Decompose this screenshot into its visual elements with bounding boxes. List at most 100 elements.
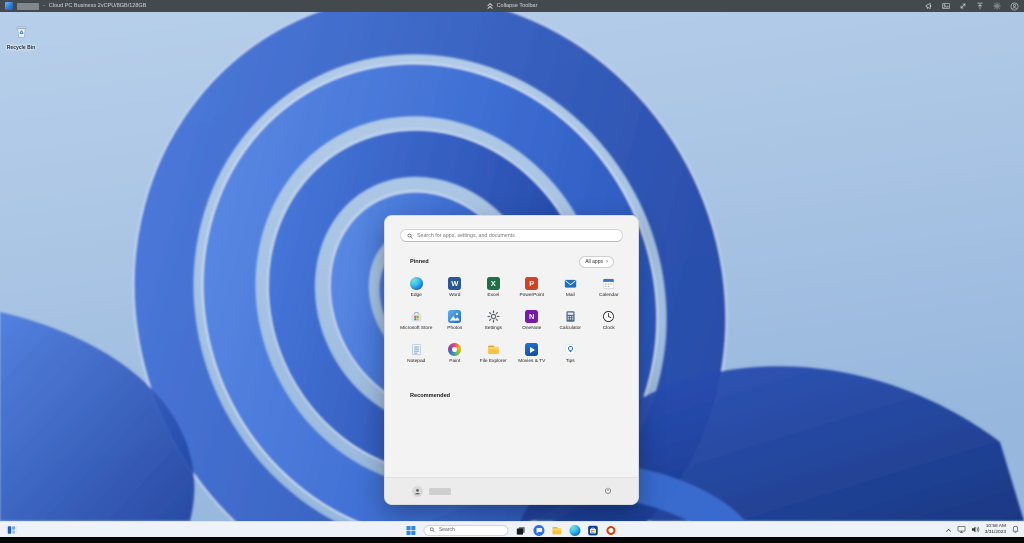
calculator-icon <box>564 310 577 323</box>
app-tile-excel[interactable]: X Excel <box>474 271 513 304</box>
app-tile-paint[interactable]: Paint <box>436 337 475 370</box>
chevron-right-icon: › <box>606 259 608 265</box>
app-label: Clock <box>602 325 615 331</box>
power-button[interactable] <box>604 487 612 495</box>
movies-tv-icon <box>525 343 539 357</box>
app-label: PowerPoint <box>519 292 545 298</box>
calendar-icon <box>602 277 615 290</box>
recommended-heading: Recommended <box>410 393 451 399</box>
paint-icon <box>448 343 462 357</box>
session-name-redacted <box>17 2 39 10</box>
app-label: Notepad <box>407 358 426 364</box>
network-icon[interactable] <box>957 521 966 539</box>
powerpoint-icon: P <box>525 277 539 291</box>
store-icon <box>410 310 423 323</box>
app-tile-file-explorer[interactable]: File Explorer <box>474 337 513 370</box>
chat-icon <box>533 524 545 536</box>
clock-icon <box>602 310 615 323</box>
app-tile-mail[interactable]: Mail <box>551 271 590 304</box>
photos-icon <box>448 310 462 324</box>
taskbar: Search 10:58 AM 3/31/2023 <box>0 521 1024 537</box>
app-tile-settings[interactable]: Settings <box>474 304 513 337</box>
recycle-bin-label: Recycle Bin <box>6 45 36 51</box>
hidden-icons-chevron-icon[interactable] <box>945 521 952 539</box>
edge-icon <box>409 277 423 291</box>
all-apps-button[interactable]: All apps › <box>579 256 614 268</box>
app-label: Paint <box>449 358 461 364</box>
cloud-pc-screen: - Cloud PC Business 2vCPU/8GB/128GB Coll… <box>0 0 1024 543</box>
feedback-icon[interactable] <box>925 2 933 10</box>
user-account-button[interactable] <box>412 485 451 497</box>
office-button[interactable] <box>605 525 616 536</box>
chat-button[interactable] <box>533 524 545 536</box>
collapse-chevrons-icon <box>487 2 494 10</box>
word-icon: W <box>448 277 462 291</box>
recycle-bin-shortcut[interactable]: Recycle Bin <box>3 24 39 51</box>
taskbar-search-label: Search <box>438 527 455 533</box>
task-view-icon <box>516 526 525 535</box>
notepad-icon <box>410 343 423 356</box>
app-tile-calendar[interactable]: Calendar <box>590 271 629 304</box>
profile-icon[interactable] <box>1010 2 1019 11</box>
store-icon <box>588 525 598 535</box>
task-view-button[interactable] <box>515 525 526 536</box>
settings-icon[interactable] <box>993 2 1001 10</box>
app-label: Excel <box>487 292 500 298</box>
start-menu: Search for apps, settings, and documents… <box>384 215 639 505</box>
windows365-icon <box>5 2 13 10</box>
power-icon <box>605 487 611 494</box>
recycle-bin-icon <box>16 26 26 38</box>
widgets-button[interactable] <box>6 524 17 535</box>
app-tile-onenote[interactable]: N OneNote <box>513 304 552 337</box>
all-apps-label: All apps <box>585 259 603 265</box>
mail-icon <box>564 277 577 290</box>
app-tile-notepad[interactable]: Notepad <box>397 337 436 370</box>
app-label: Settings <box>484 325 502 331</box>
tips-icon <box>564 343 577 356</box>
app-label: Calendar <box>599 292 619 298</box>
app-tile-photos[interactable]: Photos <box>436 304 475 337</box>
app-tile-tips[interactable]: Tips <box>551 337 590 370</box>
start-search-placeholder: Search for apps, settings, and documents <box>417 232 515 239</box>
app-label: Edge <box>410 292 422 298</box>
collapse-toolbar-button[interactable]: Collapse Toolbar <box>487 0 538 12</box>
pinned-heading: Pinned <box>410 259 429 265</box>
app-tile-movies-tv[interactable]: Movies & TV <box>513 337 552 370</box>
start-button[interactable] <box>405 525 416 536</box>
app-tile-word[interactable]: W Word <box>436 271 475 304</box>
edge-button[interactable] <box>569 524 581 536</box>
start-search-input[interactable]: Search for apps, settings, and documents <box>400 229 623 242</box>
collapse-toolbar-label: Collapse Toolbar <box>496 3 538 9</box>
app-tile-store[interactable]: Microsoft Store <box>397 304 436 337</box>
tray-date: 3/31/2023 <box>984 530 1006 535</box>
system-tray: 10:58 AM 3/31/2023 <box>945 522 1020 538</box>
screenshot-icon[interactable] <box>942 2 950 10</box>
taskbar-search-box[interactable]: Search <box>423 524 509 536</box>
edge-icon <box>569 524 581 536</box>
app-tile-edge[interactable]: Edge <box>397 271 436 304</box>
office-icon <box>606 525 616 535</box>
app-tile-powerpoint[interactable]: P PowerPoint <box>513 271 552 304</box>
clock-date-button[interactable]: 10:58 AM 3/31/2023 <box>985 524 1006 536</box>
app-label: Movies & TV <box>518 358 546 364</box>
excel-icon: X <box>486 277 500 291</box>
app-label: Mail <box>565 292 575 298</box>
app-label: OneNote <box>522 325 542 331</box>
file-explorer-button[interactable] <box>551 525 562 536</box>
start-icon <box>406 525 416 535</box>
app-tile-calculator[interactable]: Calculator <box>551 304 590 337</box>
notifications-bell-icon[interactable] <box>1011 521 1020 539</box>
app-label: File Explorer <box>479 358 507 364</box>
toolbar-title-separator: - <box>43 3 45 9</box>
app-label: Tips <box>565 358 575 364</box>
upload-icon[interactable] <box>976 2 984 10</box>
app-label: Calculator <box>559 325 582 331</box>
store-button[interactable] <box>587 525 598 536</box>
app-tile-clock[interactable]: Clock <box>590 304 629 337</box>
fullscreen-icon[interactable] <box>959 2 967 10</box>
app-label: Photos <box>447 325 463 331</box>
file-explorer-icon <box>552 526 562 534</box>
settings-gear-icon <box>487 310 500 323</box>
file-explorer-icon <box>487 343 500 356</box>
volume-icon[interactable] <box>971 521 980 539</box>
